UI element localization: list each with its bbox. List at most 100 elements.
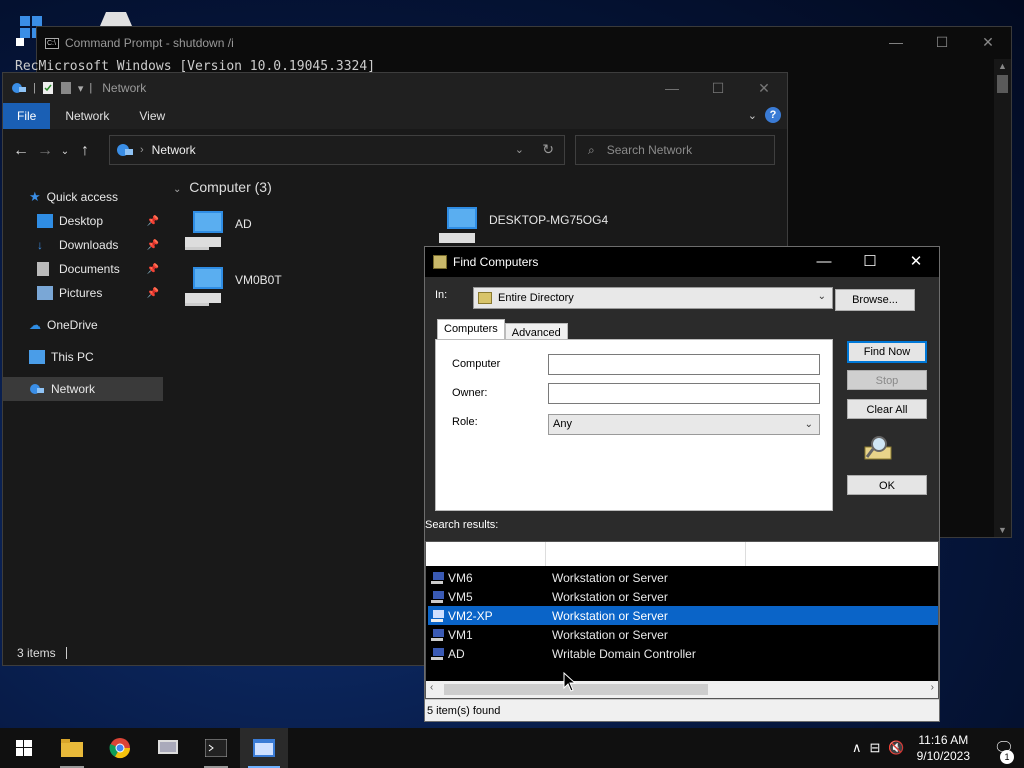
table-row[interactable]: VM5 Workstation or Server	[428, 587, 938, 606]
owner-label: Owner:	[452, 387, 488, 399]
breadcrumb-network[interactable]: Network	[152, 143, 196, 157]
dialog-maximize-button[interactable]: ☐	[847, 247, 893, 277]
taskbar-active-dialog[interactable]	[240, 728, 288, 768]
clear-all-button[interactable]: Clear All	[847, 399, 927, 419]
nav-network[interactable]: Network	[3, 377, 163, 401]
scroll-right-icon[interactable]: ›	[931, 682, 934, 693]
find-computers-dialog[interactable]: Find Computers — ☐ ✕ In: Entire Director…	[424, 246, 940, 722]
computer-item-desktop[interactable]: DESKTOP-MG75OG4	[437, 207, 608, 247]
column-header-role[interactable]	[546, 542, 746, 566]
clock[interactable]: 11:16 AM 9/10/2023	[917, 732, 970, 764]
notifications-button[interactable]: 🗨 1	[984, 738, 1024, 764]
refresh-icon[interactable]: ↻	[542, 141, 554, 158]
network-icon	[12, 83, 26, 93]
pin-icon[interactable]: 📌	[147, 288, 159, 299]
computer-icon	[431, 628, 444, 641]
search-results-list[interactable]: VM6 Workstation or Server VM5 Workstatio…	[425, 541, 939, 699]
cmd-maximize-button[interactable]: ☐	[919, 27, 965, 57]
pin-icon[interactable]: 📌	[147, 216, 159, 227]
cmd-scroll-thumb[interactable]	[997, 75, 1008, 93]
cmd-close-button[interactable]: ✕	[965, 27, 1011, 57]
separator-icon: |	[33, 82, 36, 94]
address-dropdown-icon[interactable]: ⌄	[515, 143, 524, 156]
directory-window-icon	[253, 739, 275, 757]
group-header[interactable]: ⌄ Computer (3)	[173, 179, 272, 195]
result-name: AD	[448, 646, 465, 661]
back-icon[interactable]: ←	[9, 142, 33, 160]
nav-this-pc[interactable]: This PC	[3, 345, 163, 369]
properties-icon[interactable]	[42, 81, 54, 95]
computer-item-vm0b0t[interactable]: VM0B0T	[183, 267, 282, 307]
chevron-down-icon[interactable]: ⌄	[173, 184, 181, 195]
result-name: VM1	[448, 627, 473, 642]
taskbar-network-tool[interactable]	[144, 728, 192, 768]
chevron-down-icon[interactable]: ⌄	[818, 291, 826, 302]
recycle-bin-icon[interactable]	[96, 8, 136, 28]
show-hidden-icons-icon[interactable]: ∧	[852, 740, 862, 756]
tab-view[interactable]: View	[124, 103, 180, 129]
nav-desktop[interactable]: Desktop 📌	[3, 209, 163, 233]
scroll-left-icon[interactable]: ‹	[430, 682, 433, 693]
explorer-close-button[interactable]: ✕	[741, 73, 787, 103]
tab-computers[interactable]: Computers	[437, 319, 505, 341]
pin-icon[interactable]: 📌	[147, 264, 159, 275]
taskbar-file-explorer[interactable]	[48, 728, 96, 768]
column-header-extra[interactable]	[746, 542, 938, 566]
stop-button[interactable]: Stop	[847, 370, 927, 390]
cmd-minimize-button[interactable]: —	[873, 27, 919, 57]
address-bar[interactable]: › Network ⌄ ↻	[109, 135, 565, 165]
table-row[interactable]: AD Writable Domain Controller	[428, 644, 938, 663]
search-network-input[interactable]: ⌕ Search Network	[575, 135, 775, 165]
table-row-selected[interactable]: VM2-XP Workstation or Server	[428, 606, 938, 625]
explorer-title-bar[interactable]: | ▾ | Network — ☐ ✕	[3, 73, 787, 103]
cloud-icon: ☁	[29, 318, 41, 332]
dialog-title-bar[interactable]: Find Computers — ☐ ✕	[425, 247, 939, 277]
dialog-close-button[interactable]: ✕	[893, 247, 939, 277]
address-row: ← → ⌄ ↑ › Network ⌄ ↻ ⌕ Search Network	[3, 129, 787, 173]
owner-input[interactable]	[548, 383, 820, 404]
dialog-minimize-button[interactable]: —	[801, 247, 847, 277]
cmd-title-bar[interactable]: C:\ Command Prompt - shutdown /i	[37, 27, 1011, 59]
explorer-maximize-button[interactable]: ☐	[695, 73, 741, 103]
taskbar-command-prompt[interactable]	[192, 728, 240, 768]
results-header	[426, 542, 938, 566]
nav-quick-access[interactable]: ★ Quick access	[3, 185, 163, 209]
up-icon[interactable]: ↑	[73, 142, 97, 160]
forward-icon[interactable]: →	[33, 142, 57, 160]
computer-input[interactable]	[548, 354, 820, 375]
tab-file[interactable]: File	[3, 103, 51, 129]
computer-item-ad[interactable]: AD	[183, 211, 252, 251]
cmd-scrollbar[interactable]: ▲ ▼	[994, 59, 1011, 537]
nav-documents[interactable]: Documents 📌	[3, 257, 163, 281]
start-button[interactable]	[0, 728, 48, 768]
nav-label: OneDrive	[47, 318, 98, 332]
column-header-name[interactable]	[426, 542, 546, 566]
explorer-minimize-button[interactable]: —	[649, 73, 695, 103]
network-status-icon[interactable]: ⊟	[870, 740, 881, 756]
chevron-down-icon[interactable]: ⌄	[805, 415, 813, 434]
scope-select[interactable]: Entire Directory ⌄	[473, 287, 833, 309]
volume-muted-icon[interactable]: 🔇	[888, 740, 904, 756]
scroll-up-icon[interactable]: ▲	[994, 61, 1011, 71]
taskbar-chrome[interactable]	[96, 728, 144, 768]
role-select[interactable]: Any ⌄	[548, 414, 820, 435]
new-folder-icon[interactable]	[60, 81, 72, 95]
pin-icon[interactable]: 📌	[147, 240, 159, 251]
tab-network[interactable]: Network	[50, 103, 124, 129]
customize-quick-access-icon[interactable]: ▾	[78, 82, 84, 95]
expand-ribbon-icon[interactable]: ⌄	[748, 109, 757, 122]
nav-downloads[interactable]: ↓ Downloads 📌	[3, 233, 163, 257]
results-horizontal-scrollbar[interactable]: ‹ ›	[426, 681, 938, 698]
recent-locations-icon[interactable]: ⌄	[57, 146, 73, 157]
table-row[interactable]: VM6 Workstation or Server	[428, 568, 938, 587]
scroll-down-icon[interactable]: ▼	[994, 525, 1011, 535]
result-name: VM6	[448, 570, 473, 585]
table-row[interactable]: VM1 Workstation or Server	[428, 625, 938, 644]
find-now-button[interactable]: Find Now	[847, 341, 927, 363]
nav-pictures[interactable]: Pictures 📌	[3, 281, 163, 305]
nav-onedrive[interactable]: ☁ OneDrive	[3, 313, 163, 337]
ok-button[interactable]: OK	[847, 475, 927, 495]
browse-button[interactable]: Browse...	[835, 289, 915, 311]
breadcrumb-chevron-icon[interactable]: ›	[140, 144, 144, 156]
help-icon[interactable]: ?	[765, 107, 781, 123]
